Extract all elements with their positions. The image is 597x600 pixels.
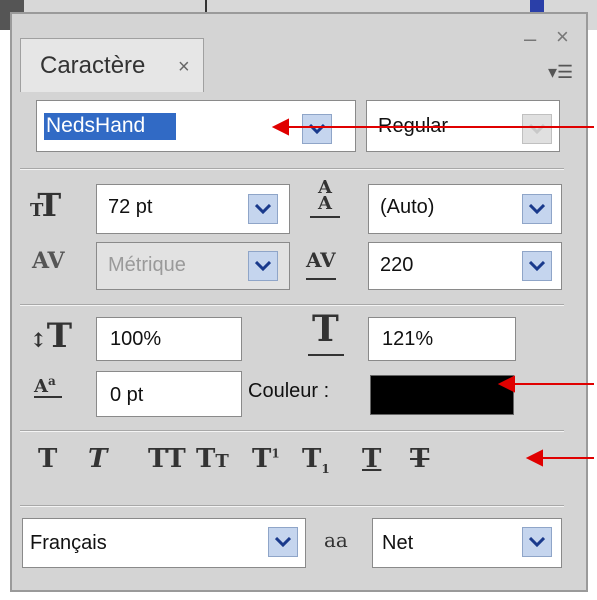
arrow-font-family-head [271, 118, 289, 136]
annotation-arrows [271, 118, 594, 467]
arrow-color-head [497, 375, 515, 393]
arrow-style-buttons-head [525, 449, 543, 467]
